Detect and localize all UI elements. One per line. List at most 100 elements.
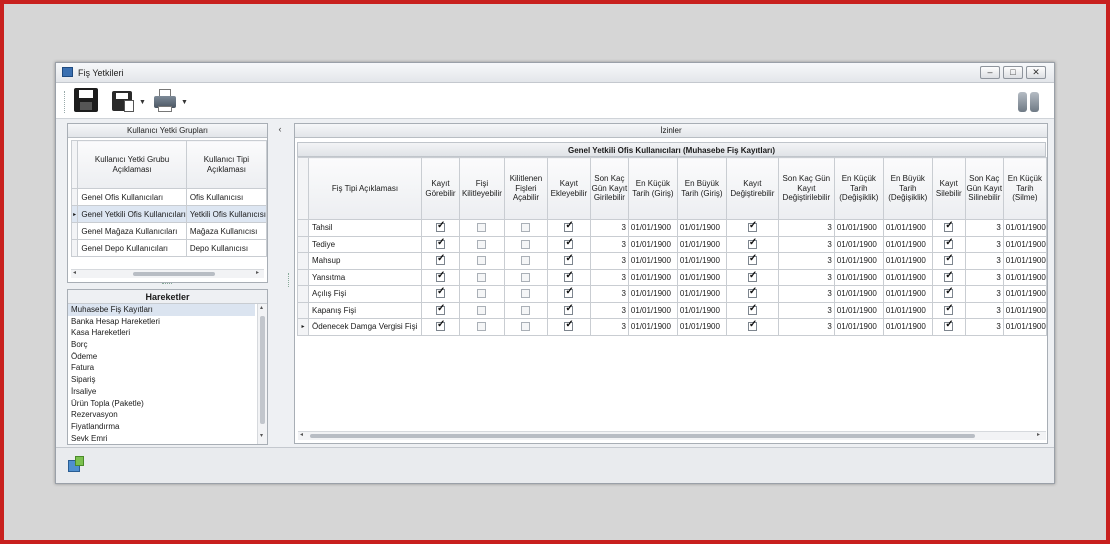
- column-header[interactable]: Kullanıcı Tipi Açıklaması: [185, 140, 268, 189]
- list-item[interactable]: Sipariş: [68, 374, 255, 386]
- checkbox[interactable]: [435, 253, 445, 266]
- days-cell[interactable]: 3: [589, 219, 629, 237]
- checkbox[interactable]: [435, 237, 445, 249]
- date-cell[interactable]: 01/01/1900: [627, 285, 678, 303]
- checkbox[interactable]: [564, 253, 574, 266]
- column-header[interactable]: Kilitlenen Fişleri Açabilir: [503, 157, 548, 220]
- checkbox[interactable]: [435, 220, 445, 233]
- checkbox[interactable]: [521, 272, 531, 282]
- checkbox[interactable]: [944, 253, 954, 266]
- list-item[interactable]: Banka Hesap Hareketleri: [68, 316, 255, 328]
- group-cell[interactable]: Genel Mağaza Kullanıcıları: [77, 222, 187, 240]
- days-cell[interactable]: 3: [777, 318, 835, 336]
- column-header[interactable]: En Büyük Tarih (Değişiklik): [882, 157, 933, 220]
- checkbox[interactable]: [477, 289, 487, 299]
- save-as-button[interactable]: ▼: [112, 88, 146, 114]
- checkbox[interactable]: [435, 319, 445, 332]
- date-cell[interactable]: 01/01/1900: [833, 235, 884, 253]
- date-cell[interactable]: 01/01/1900: [1002, 252, 1048, 270]
- days-cell[interactable]: 3: [589, 285, 629, 303]
- date-cell[interactable]: 01/01/1900: [676, 318, 727, 336]
- maximize-button[interactable]: □: [1003, 66, 1023, 79]
- save-button[interactable]: [74, 88, 100, 114]
- date-cell[interactable]: 01/01/1900: [676, 285, 727, 303]
- date-cell[interactable]: 01/01/1900: [627, 268, 678, 286]
- permission-checkbox-cell[interactable]: [546, 268, 591, 286]
- checkbox[interactable]: [747, 220, 757, 233]
- table-row[interactable]: Genel Depo Kullanıcıları Depo Kullanıcıs…: [70, 239, 268, 257]
- checkbox[interactable]: [944, 303, 954, 315]
- checkbox[interactable]: [747, 319, 757, 332]
- group-cell[interactable]: Genel Yetkili Ofis Kullanıcıları: [77, 205, 187, 223]
- panel-splitter[interactable]: [162, 283, 172, 286]
- permission-checkbox-cell[interactable]: [503, 285, 548, 303]
- permission-checkbox-cell[interactable]: [458, 301, 505, 319]
- checkbox[interactable]: [477, 239, 487, 249]
- column-header[interactable]: En Küçük Tarih (Silme): [1002, 157, 1048, 220]
- checkbox[interactable]: [477, 223, 487, 233]
- days-cell[interactable]: 3: [589, 252, 629, 270]
- date-cell[interactable]: 01/01/1900: [1002, 285, 1048, 303]
- table-row[interactable]: ▸Ödenecek Damga Vergisi Fişi301/01/19000…: [297, 318, 1048, 336]
- type-cell[interactable]: Ofis Kullanıcısı: [185, 188, 268, 206]
- chevron-down-icon[interactable]: ▼: [181, 99, 188, 106]
- fis-tipi-cell[interactable]: Açılış Fişi: [307, 285, 422, 303]
- column-header[interactable]: En Küçük Tarih (Değişiklik): [833, 157, 884, 220]
- date-cell[interactable]: 01/01/1900: [882, 285, 933, 303]
- date-cell[interactable]: 01/01/1900: [1002, 301, 1048, 319]
- scroll-up-icon[interactable]: ▴: [260, 304, 263, 311]
- permission-checkbox-cell[interactable]: [458, 252, 505, 270]
- column-header[interactable]: En Büyük Tarih (Giriş): [676, 157, 727, 220]
- print-button[interactable]: ▼: [154, 88, 188, 114]
- list-item[interactable]: Borç: [68, 339, 255, 351]
- permission-checkbox-cell[interactable]: [546, 285, 591, 303]
- list-item[interactable]: İrsaliye: [68, 386, 255, 398]
- days-cell[interactable]: 3: [964, 219, 1004, 237]
- permission-checkbox-cell[interactable]: [546, 301, 591, 319]
- days-cell[interactable]: 3: [777, 219, 835, 237]
- list-item[interactable]: Fiyatlandırma: [68, 421, 255, 433]
- permission-checkbox-cell[interactable]: [931, 252, 966, 270]
- chevron-down-icon[interactable]: ▼: [139, 99, 146, 106]
- column-header[interactable]: Kayıt Değiştirebilir: [725, 157, 779, 220]
- days-cell[interactable]: 3: [964, 318, 1004, 336]
- checkbox[interactable]: [747, 303, 757, 315]
- checkbox[interactable]: [747, 270, 757, 282]
- date-cell[interactable]: 01/01/1900: [833, 301, 884, 319]
- date-cell[interactable]: 01/01/1900: [833, 252, 884, 270]
- binoculars-icon[interactable]: [1018, 90, 1040, 112]
- fis-tipi-cell[interactable]: Yansıtma: [307, 268, 422, 286]
- permission-checkbox-cell[interactable]: [931, 285, 966, 303]
- table-row[interactable]: Tahsil301/01/190001/01/1900301/01/190001…: [297, 219, 1048, 237]
- permission-checkbox-cell[interactable]: [420, 285, 460, 303]
- permission-checkbox-cell[interactable]: [931, 235, 966, 253]
- date-cell[interactable]: 01/01/1900: [882, 219, 933, 237]
- permission-checkbox-cell[interactable]: [420, 268, 460, 286]
- checkbox[interactable]: [944, 319, 954, 332]
- date-cell[interactable]: 01/01/1900: [833, 318, 884, 336]
- date-cell[interactable]: 01/01/1900: [882, 318, 933, 336]
- column-header[interactable]: Kayıt Ekleyebilir: [546, 157, 591, 220]
- date-cell[interactable]: 01/01/1900: [882, 268, 933, 286]
- column-header[interactable]: Son Kaç Gün Kayıt Silinebilir: [964, 157, 1004, 220]
- checkbox[interactable]: [564, 237, 574, 249]
- list-item[interactable]: Fatura: [68, 362, 255, 374]
- date-cell[interactable]: 01/01/1900: [833, 268, 884, 286]
- days-cell[interactable]: 3: [964, 301, 1004, 319]
- checkbox[interactable]: [564, 270, 574, 282]
- horizontal-scrollbar[interactable]: ◂ ▸: [298, 431, 1046, 440]
- checkbox[interactable]: [564, 303, 574, 315]
- permission-checkbox-cell[interactable]: [503, 301, 548, 319]
- checkbox[interactable]: [521, 239, 531, 249]
- fis-tipi-cell[interactable]: Ödenecek Damga Vergisi Fişi: [307, 318, 422, 336]
- days-cell[interactable]: 3: [964, 268, 1004, 286]
- date-cell[interactable]: 01/01/1900: [676, 268, 727, 286]
- date-cell[interactable]: 01/01/1900: [833, 219, 884, 237]
- checkbox[interactable]: [944, 237, 954, 249]
- days-cell[interactable]: 3: [589, 268, 629, 286]
- checkbox[interactable]: [521, 256, 531, 266]
- date-cell[interactable]: 01/01/1900: [627, 235, 678, 253]
- minimize-button[interactable]: –: [980, 66, 1000, 79]
- permission-checkbox-cell[interactable]: [725, 235, 779, 253]
- days-cell[interactable]: 3: [777, 235, 835, 253]
